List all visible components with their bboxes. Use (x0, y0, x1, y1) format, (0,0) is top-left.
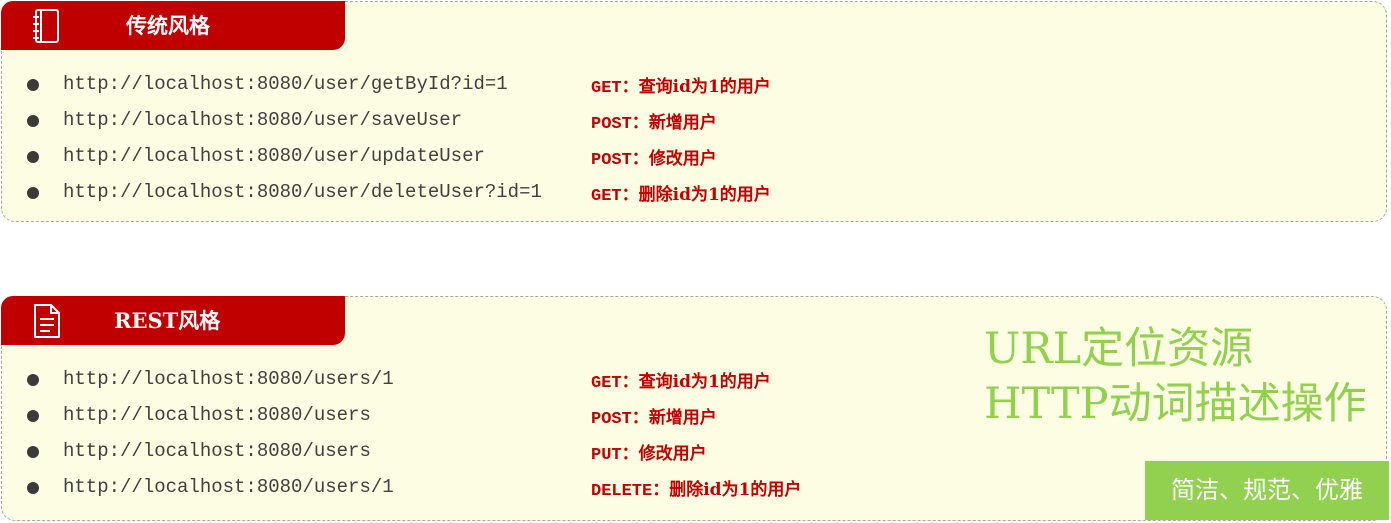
summary-badge: 简洁、规范、优雅 (1145, 461, 1389, 520)
http-method: GET： (591, 187, 639, 206)
list-item: http://localhost:8080/user/updateUser PO… (2, 140, 1386, 176)
operation-description: POST：新增用户 (591, 403, 717, 429)
http-method: GET： (591, 374, 639, 393)
traditional-url-list: http://localhost:8080/user/getById?id=1 … (2, 68, 1386, 212)
traditional-title: 传统风格 (126, 13, 210, 38)
description-text: 删除id为1的用户 (638, 185, 771, 205)
bullet-icon (27, 482, 39, 494)
description-text: 修改用户 (648, 149, 717, 169)
url-text: http://localhost:8080/users/1 (63, 368, 394, 390)
bullet-icon (27, 151, 39, 163)
bullet-icon (27, 115, 39, 127)
bullet-icon (27, 187, 39, 199)
rest-summary-note: URL定位资源 HTTP动词描述操作 (984, 322, 1367, 432)
description-text: 新增用户 (648, 113, 717, 133)
operation-description: POST：新增用户 (591, 108, 717, 134)
http-method: DELETE： (591, 482, 670, 501)
description-text: 查询id为1的用户 (638, 372, 771, 392)
operation-description: GET：查询id为1的用户 (591, 367, 771, 393)
http-method: GET： (591, 79, 639, 98)
url-text: http://localhost:8080/user/updateUser (63, 145, 485, 167)
document-icon (34, 304, 60, 338)
notebook-icon (33, 9, 59, 43)
traditional-header: 传统风格 (1, 1, 345, 50)
url-text: http://localhost:8080/user/deleteUser?id… (63, 181, 542, 203)
list-item: http://localhost:8080/user/deleteUser?id… (2, 176, 1386, 212)
note-line-1: URL定位资源 (984, 324, 1254, 374)
operation-description: PUT：修改用户 (591, 439, 707, 465)
http-method: POST： (591, 115, 649, 134)
bullet-icon (27, 374, 39, 386)
operation-description: GET：查询id为1的用户 (591, 72, 771, 98)
operation-description: DELETE：删除id为1的用户 (591, 475, 801, 501)
http-method: PUT： (591, 446, 639, 465)
rest-title: REST风格 (114, 308, 221, 333)
bullet-icon (27, 410, 39, 422)
url-text: http://localhost:8080/users (63, 404, 371, 426)
url-text: http://localhost:8080/user/saveUser (63, 109, 463, 131)
operation-description: GET：删除id为1的用户 (591, 180, 771, 206)
http-method: POST： (591, 410, 649, 429)
description-text: 新增用户 (648, 408, 717, 428)
description-text: 查询id为1的用户 (638, 77, 771, 97)
bullet-icon (27, 79, 39, 91)
list-item: http://localhost:8080/user/saveUser POST… (2, 104, 1386, 140)
bullet-icon (27, 446, 39, 458)
note-line-2: HTTP动词描述操作 (984, 379, 1367, 429)
rest-header: REST风格 (1, 296, 345, 345)
url-text: http://localhost:8080/user/getById?id=1 (63, 73, 508, 95)
list-item: http://localhost:8080/user/getById?id=1 … (2, 68, 1386, 104)
description-text: 修改用户 (638, 444, 707, 464)
url-text: http://localhost:8080/users/1 (63, 476, 394, 498)
url-text: http://localhost:8080/users (63, 440, 371, 462)
http-method: POST： (591, 151, 649, 170)
operation-description: POST：修改用户 (591, 144, 717, 170)
description-text: 删除id为1的用户 (669, 480, 802, 500)
traditional-style-panel: 传统风格 http://localhost:8080/user/getById?… (1, 1, 1387, 222)
